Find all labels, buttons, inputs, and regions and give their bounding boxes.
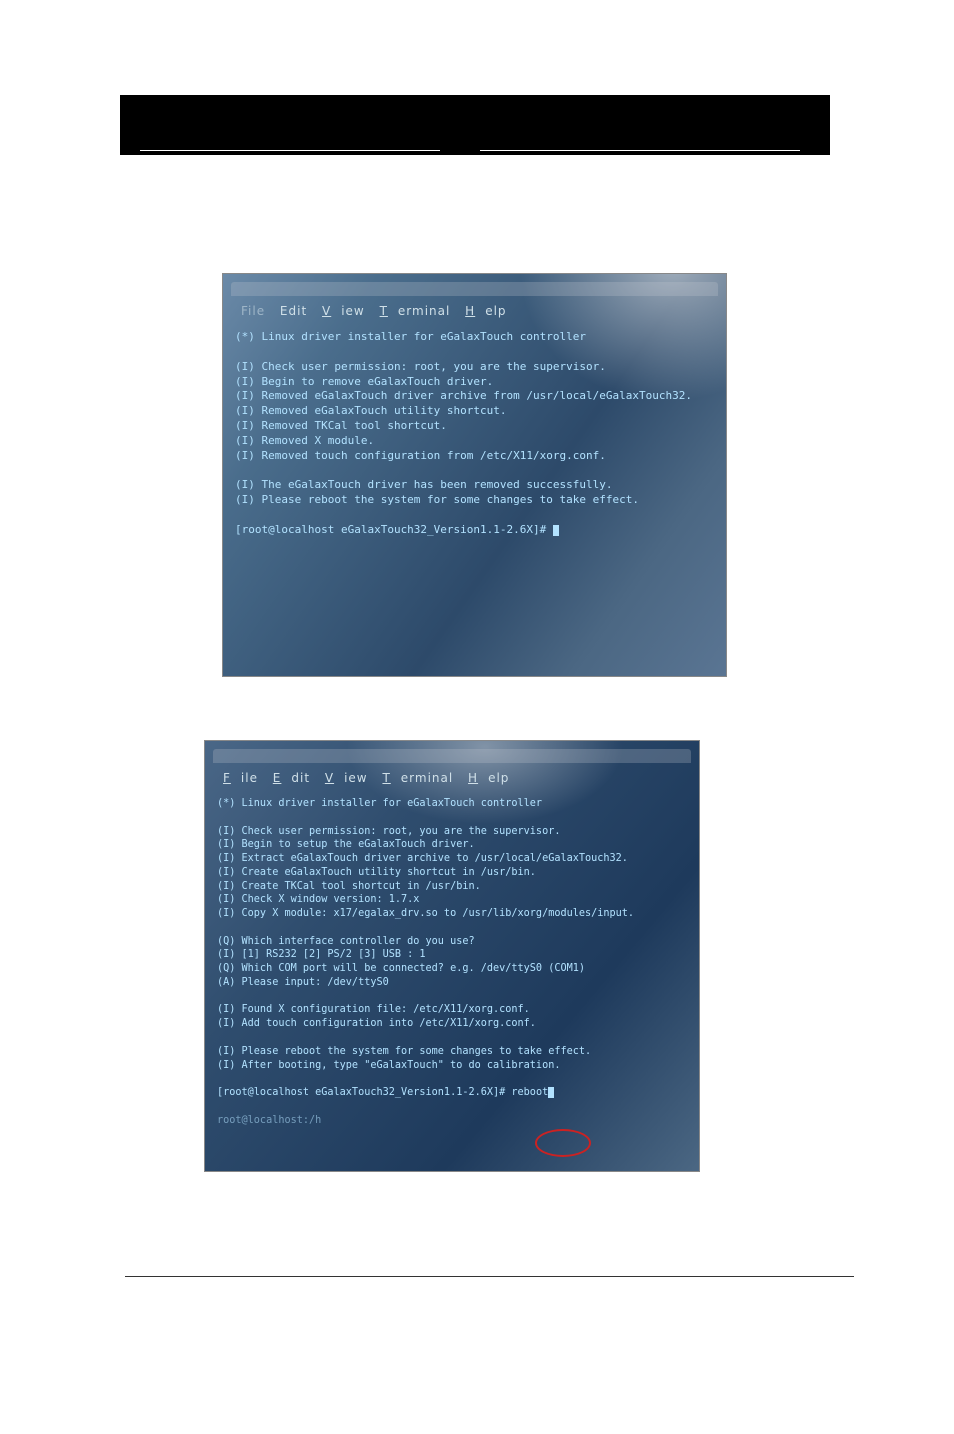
term-line: (I) Please reboot the system for some ch…: [217, 1046, 591, 1057]
terminal-menubar: File Edit View Terminal Help: [213, 765, 691, 791]
term-prompt: [root@localhost eGalaxTouch32_Version1.1…: [217, 1087, 511, 1098]
terminal-titlebar: [231, 282, 718, 296]
term-line: (I) Check user permission: root, you are…: [235, 360, 606, 373]
menu-edit[interactable]: Edit: [273, 771, 310, 785]
term-line: (I) Removed TKCal tool shortcut.: [235, 419, 447, 432]
term-line: (I) Found X configuration file: /etc/X11…: [217, 1004, 530, 1015]
term-line: (Q) Which interface controller do you us…: [217, 936, 475, 947]
term-line: (I) Begin to setup the eGalaxTouch drive…: [217, 839, 475, 850]
term-line: (Q) Which COM port will be connected? e.…: [217, 963, 585, 974]
menu-help[interactable]: Help: [465, 304, 506, 318]
terminal-screenshot-install: File Edit View Terminal Help (*) Linux d…: [204, 740, 700, 1172]
term-line: (I) Removed eGalaxTouch utility shortcut…: [235, 404, 507, 417]
menu-view[interactable]: View: [322, 304, 365, 318]
term-line: (I) Check X window version: 1.7.x: [217, 894, 419, 905]
terminal-output: (*) Linux driver installer for eGalaxTou…: [231, 324, 718, 544]
header-underline-right: [480, 150, 800, 151]
term-line: (I) The eGalaxTouch driver has been remo…: [235, 478, 613, 491]
term-line: (I) Begin to remove eGalaxTouch driver.: [235, 375, 493, 388]
menu-help[interactable]: Help: [468, 771, 509, 785]
term-line: (I) Removed X module.: [235, 434, 374, 447]
term-line: (I) Removed eGalaxTouch driver archive f…: [235, 389, 692, 402]
term-line: (I) Extract eGalaxTouch driver archive t…: [217, 853, 628, 864]
terminal-window: File Edit View Terminal Help (*) Linux d…: [231, 282, 718, 668]
term-command: reboot: [511, 1087, 548, 1098]
menu-terminal[interactable]: Terminal: [380, 304, 451, 318]
term-line: (I) [1] RS232 [2] PS/2 [3] USB : 1: [217, 949, 426, 960]
term-line: (A) Please input: /dev/ttyS0: [217, 977, 389, 988]
term-line: (I) Create eGalaxTouch utility shortcut …: [217, 867, 536, 878]
term-line: (*) Linux driver installer for eGalaxTou…: [217, 798, 542, 809]
header-underline-left: [140, 150, 440, 151]
cursor-icon: [548, 1087, 554, 1098]
term-line: (*) Linux driver installer for eGalaxTou…: [235, 330, 586, 343]
term-line: (I) Check user permission: root, you are…: [217, 826, 560, 837]
menu-terminal[interactable]: Terminal: [382, 771, 453, 785]
term-line: (I) Please reboot the system for some ch…: [235, 493, 639, 506]
menu-view[interactable]: View: [325, 771, 368, 785]
footer-rule: [125, 1276, 854, 1277]
term-line: (I) Removed touch configuration from /et…: [235, 449, 606, 462]
term-line: root@localhost:/h: [217, 1115, 321, 1126]
term-line: (I) Copy X module: x17/egalax_drv.so to …: [217, 908, 634, 919]
terminal-titlebar: [213, 749, 691, 763]
terminal-output: (*) Linux driver installer for eGalaxTou…: [213, 791, 691, 1133]
cursor-icon: [553, 525, 559, 536]
terminal-screenshot-remove: File Edit View Terminal Help (*) Linux d…: [222, 273, 727, 677]
terminal-window: File Edit View Terminal Help (*) Linux d…: [213, 749, 691, 1163]
menu-edit[interactable]: Edit: [280, 304, 307, 318]
menu-file[interactable]: File: [241, 304, 265, 318]
page-header-bar: [120, 95, 830, 155]
terminal-menubar: File Edit View Terminal Help: [231, 298, 718, 324]
term-line: (I) After booting, type "eGalaxTouch" to…: [217, 1060, 560, 1071]
term-prompt: [root@localhost eGalaxTouch32_Version1.1…: [235, 523, 553, 536]
term-line: (I) Create TKCal tool shortcut in /usr/b…: [217, 881, 481, 892]
term-line: (I) Add touch configuration into /etc/X1…: [217, 1018, 536, 1029]
menu-file[interactable]: File: [223, 771, 258, 785]
